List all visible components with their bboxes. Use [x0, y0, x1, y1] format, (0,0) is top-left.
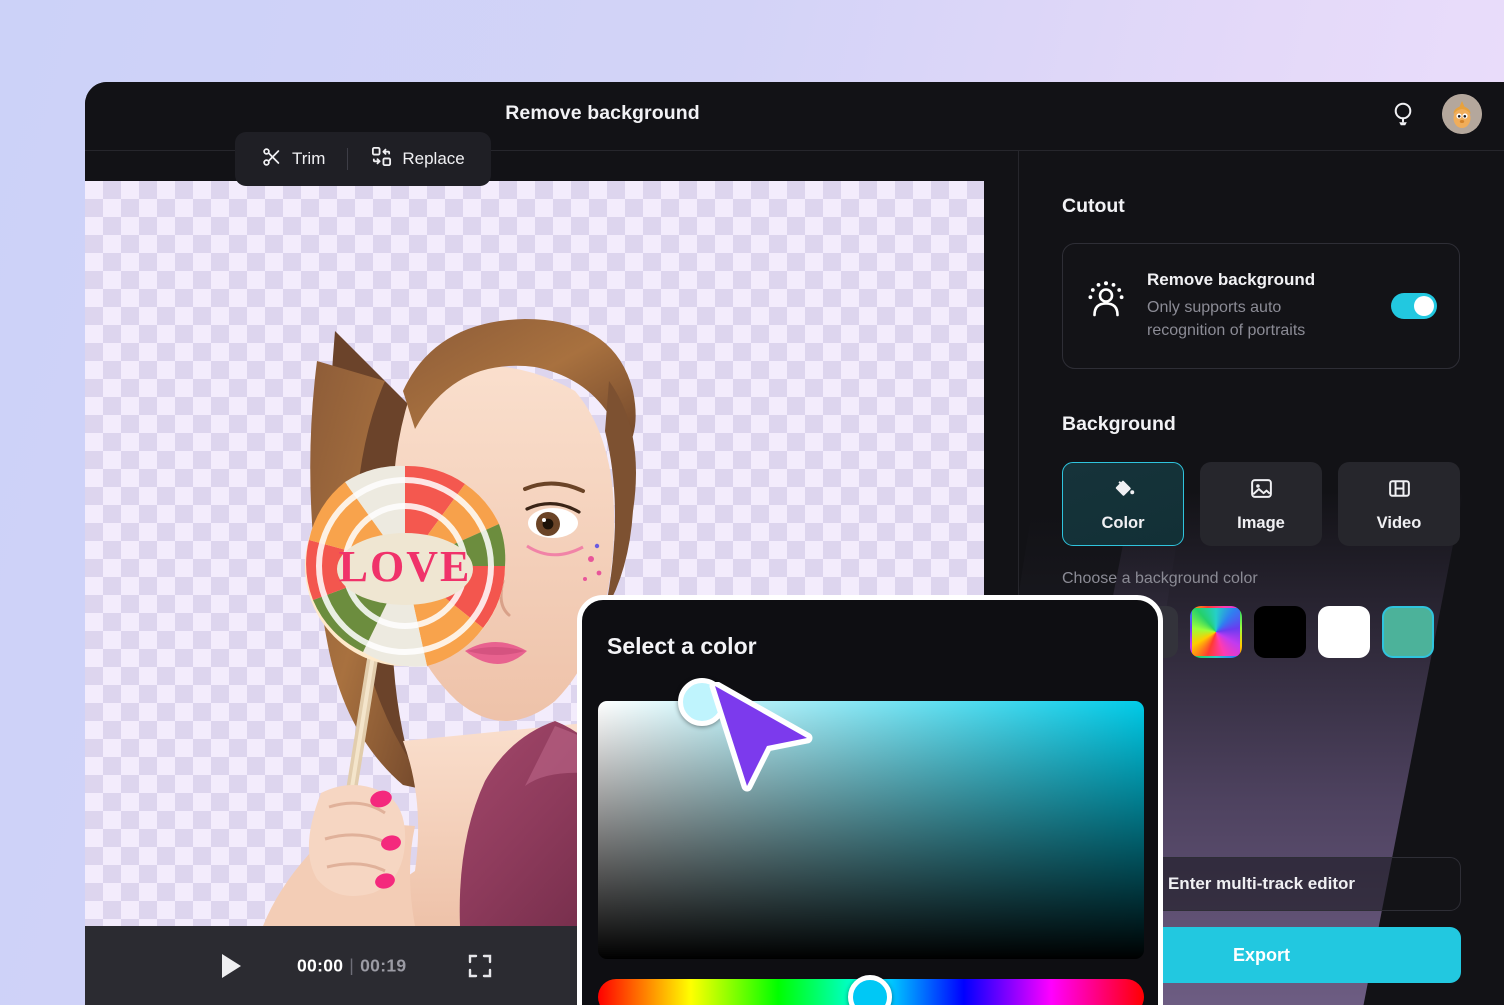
time-readout: 00:00 | 00:19 — [297, 955, 406, 976]
cutout-section-title: Cutout — [1062, 195, 1125, 217]
color-picker-title: Select a color — [607, 633, 757, 659]
trim-label: Trim — [292, 149, 326, 168]
film-icon — [1387, 476, 1412, 506]
toolbar-divider — [347, 148, 349, 170]
image-icon — [1249, 476, 1274, 506]
remove-background-card: Remove background Only supports auto rec… — [1062, 243, 1460, 370]
scissors-icon — [261, 146, 283, 173]
fullscreen-icon[interactable] — [467, 953, 493, 979]
current-time: 00:00 — [297, 955, 344, 975]
saturation-value-handle[interactable] — [678, 678, 726, 726]
replace-icon — [370, 145, 393, 173]
swatch-color-wheel[interactable] — [1190, 606, 1242, 659]
time-separator: | — [349, 955, 355, 975]
background-section-title: Background — [1062, 413, 1176, 436]
lightbulb-icon[interactable] — [1386, 97, 1420, 131]
paint-bucket-icon — [1111, 476, 1136, 506]
edit-toolbar: Trim Replace — [235, 132, 491, 186]
avatar[interactable] — [1442, 94, 1482, 134]
background-color-hint: Choose a background color — [1062, 570, 1258, 588]
titlebar-actions — [1386, 94, 1482, 134]
replace-label: Replace — [402, 149, 465, 168]
tab-background-image-label: Image — [1237, 513, 1285, 532]
remove-background-title: Remove background — [1147, 270, 1316, 289]
tab-background-color-label: Color — [1101, 513, 1145, 532]
remove-background-subtitle: Only supports auto recognition of portra… — [1147, 299, 1306, 340]
background-type-tabs: Color Image Video — [1062, 462, 1460, 547]
trim-button[interactable]: Trim — [255, 146, 331, 173]
play-icon[interactable] — [216, 951, 246, 981]
remove-background-toggle[interactable] — [1391, 293, 1437, 320]
color-picker-dialog: Select a color #cbf9ff — [577, 595, 1163, 1005]
svg-text:LOVE: LOVE — [339, 542, 472, 591]
app-window: Remove background Trim Replace LOVE 00:0… — [85, 82, 1504, 1005]
tab-background-video[interactable]: Video — [1338, 462, 1460, 547]
tab-background-video-label: Video — [1376, 513, 1422, 532]
page-title: Remove background — [505, 102, 700, 124]
person-cutout-icon — [1085, 278, 1127, 325]
swatch-black[interactable] — [1254, 606, 1306, 659]
total-duration: 00:19 — [360, 955, 407, 975]
swatch-white[interactable] — [1318, 606, 1370, 659]
tab-background-color[interactable]: Color — [1062, 462, 1184, 547]
swatch-teal[interactable] — [1382, 606, 1434, 659]
replace-button[interactable]: Replace — [364, 145, 470, 173]
tab-background-image[interactable]: Image — [1200, 462, 1322, 547]
saturation-value-area[interactable] — [598, 701, 1144, 959]
